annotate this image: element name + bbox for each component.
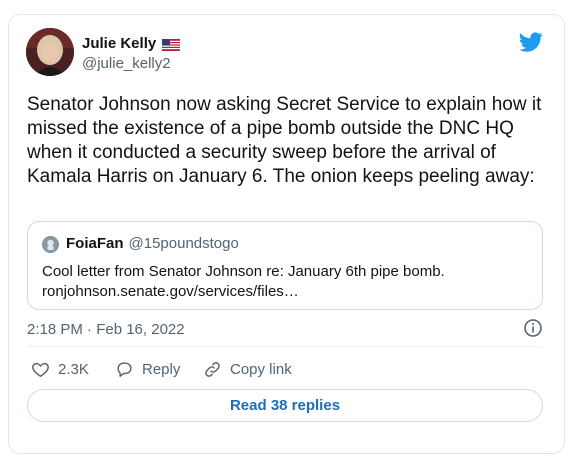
divider — [27, 346, 543, 347]
quoted-author-handle[interactable]: @15poundstogo — [129, 235, 239, 252]
quoted-author-name[interactable]: FoiaFan — [66, 235, 124, 252]
like-button[interactable]: 2.3K — [31, 360, 89, 379]
quoted-author-avatar[interactable] — [42, 236, 59, 253]
twitter-bird-icon[interactable] — [519, 30, 543, 54]
quoted-tweet-text: Cool letter from Senator Johnson re: Jan… — [42, 262, 532, 302]
tweet-text: Senator Johnson now asking Secret Servic… — [27, 94, 542, 187]
copy-link-button[interactable]: Copy link — [203, 360, 292, 379]
tweet-timestamp[interactable]: 2:18 PM · Feb 16, 2022 — [27, 321, 185, 338]
reply-label: Reply — [142, 361, 181, 378]
author-display-name[interactable]: Julie Kelly — [82, 35, 156, 52]
read-replies-button[interactable]: Read 38 replies — [27, 389, 543, 422]
copy-link-label: Copy link — [230, 361, 292, 378]
quoted-tweet[interactable]: FoiaFan @15poundstogo Cool letter from S… — [27, 221, 543, 310]
heart-icon — [32, 362, 49, 378]
reply-icon — [117, 362, 132, 377]
author-avatar[interactable] — [26, 28, 74, 76]
quoted-text-line: Cool letter from Senator Johnson re: Jan… — [42, 263, 445, 280]
like-count: 2.3K — [58, 361, 89, 378]
reply-button[interactable]: Reply — [115, 360, 180, 379]
link-icon — [205, 362, 220, 377]
author-name-row[interactable]: Julie Kelly — [82, 35, 181, 52]
author-handle[interactable]: @julie_kelly2 — [82, 55, 171, 72]
us-flag-icon — [162, 38, 181, 51]
quoted-link[interactable]: ronjohnson.senate.gov/services/files… — [42, 282, 532, 302]
quoted-author-row[interactable]: FoiaFan @15poundstogo — [66, 235, 239, 252]
info-icon[interactable] — [523, 318, 543, 338]
